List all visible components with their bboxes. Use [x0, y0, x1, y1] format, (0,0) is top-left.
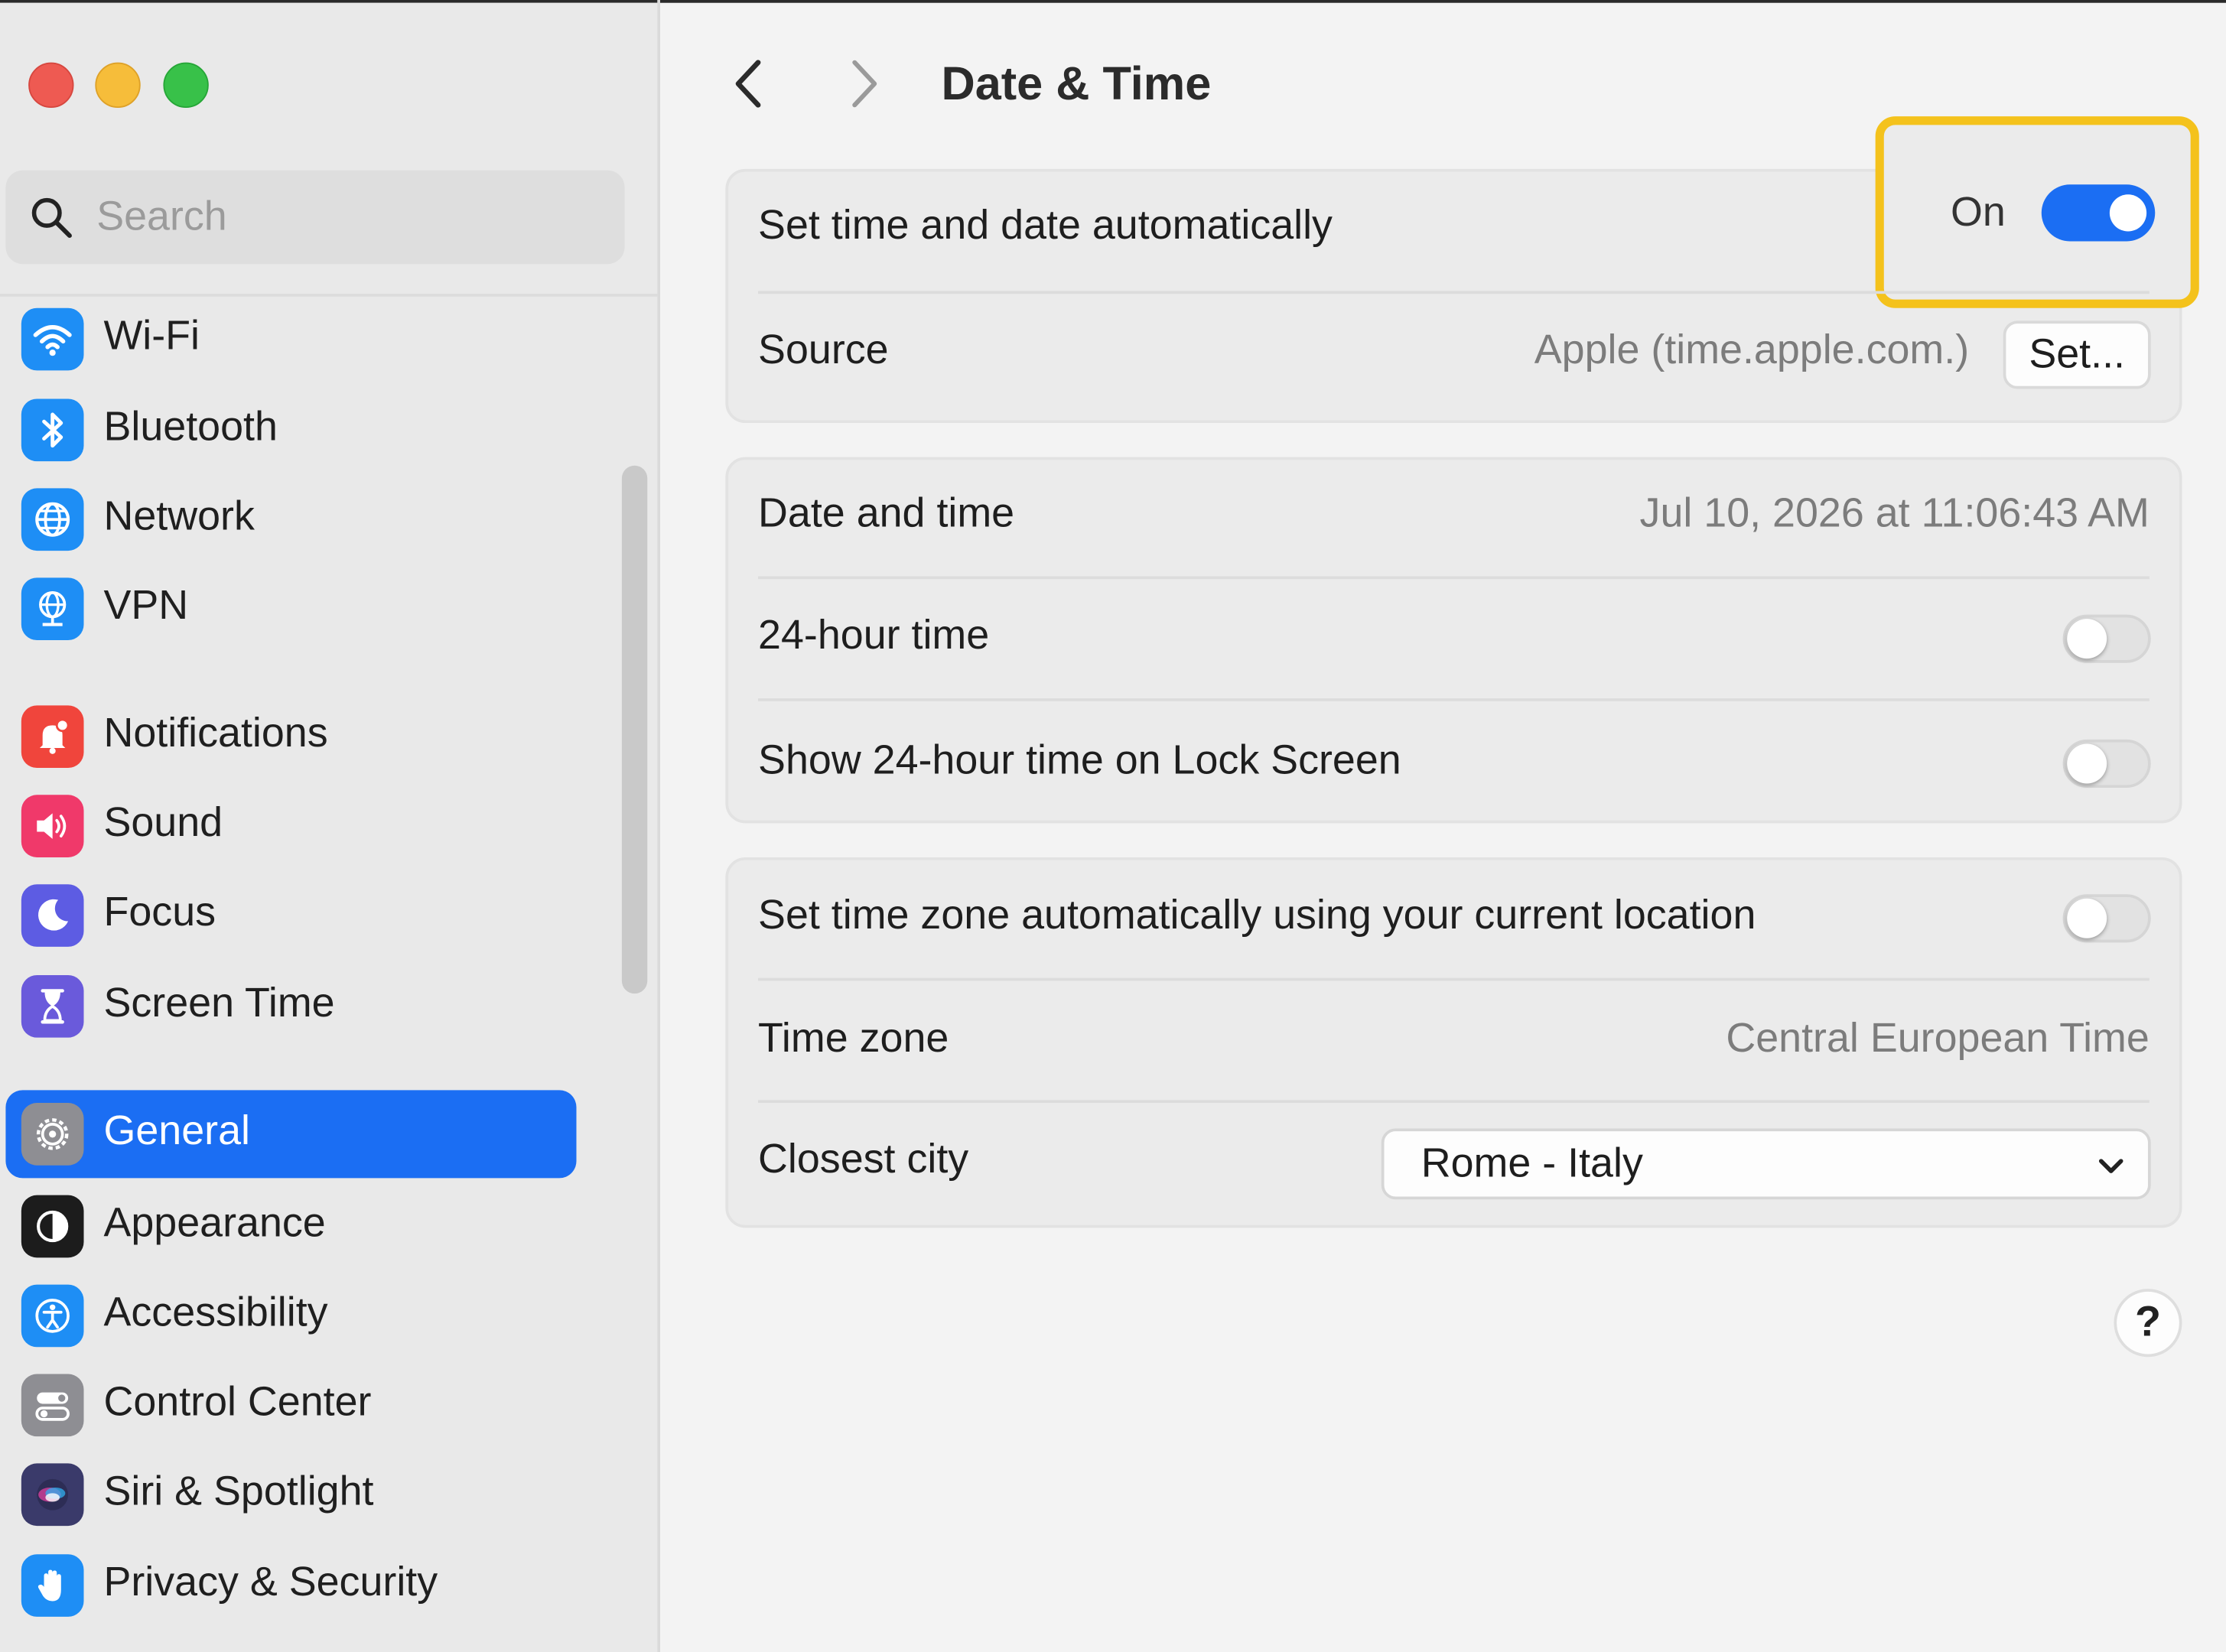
set-source-button[interactable]: Set...	[2003, 320, 2151, 389]
bell-icon	[21, 705, 84, 769]
siri-icon	[21, 1463, 84, 1527]
sidebar-item-vpn[interactable]: VPN	[5, 565, 576, 653]
help-button[interactable]: ?	[2114, 1289, 2182, 1358]
sidebar-item-label: Notifications	[103, 711, 328, 757]
minimize-window-button[interactable]	[95, 62, 141, 109]
zoom-window-button[interactable]	[163, 62, 209, 109]
sidebar-scrollbar[interactable]	[621, 465, 648, 994]
sidebar-item-accessibility[interactable]: Accessibility	[5, 1272, 576, 1360]
forward-button[interactable]	[838, 54, 889, 117]
hand-icon	[21, 1554, 84, 1617]
sidebar-item-notifications[interactable]: Notifications	[5, 693, 576, 781]
sidebar-item-label: General	[103, 1108, 250, 1154]
auto-time-label: Set time and date automatically	[758, 203, 1333, 249]
source-value: Apple (time.apple.com.)	[1534, 327, 1970, 374]
control-center-icon	[21, 1374, 84, 1437]
row-divider	[758, 576, 2150, 580]
moon-icon	[21, 884, 84, 947]
sidebar-item-privacy-security[interactable]: Privacy & Security	[5, 1542, 576, 1630]
date-time-label: Date and time	[758, 491, 1015, 537]
chevron-down-icon	[2098, 1159, 2123, 1173]
search-input[interactable]: Search	[5, 170, 625, 265]
wifi-icon	[21, 307, 84, 371]
appearance-icon	[21, 1195, 84, 1258]
hour24-toggle[interactable]	[2062, 614, 2151, 663]
sidebar-item-label: Privacy & Security	[103, 1559, 438, 1606]
sidebar-item-label: Bluetooth	[103, 404, 278, 450]
sidebar-item-siri-spotlight[interactable]: Siri & Spotlight	[5, 1451, 576, 1539]
auto-time-state-label: On	[1951, 190, 2006, 236]
sidebar-item-label: Accessibility	[103, 1290, 328, 1336]
search-placeholder: Search	[96, 194, 227, 240]
sidebar-item-label: Appearance	[103, 1201, 326, 1247]
sidebar-item-control-center[interactable]: Control Center	[5, 1361, 576, 1449]
sidebar-item-sound[interactable]: Sound	[5, 782, 576, 870]
sidebar-item-wifi[interactable]: Wi-Fi	[5, 295, 576, 383]
sidebar-item-label: Focus	[103, 889, 216, 936]
gear-icon	[21, 1103, 84, 1166]
sidebar-item-screen-time[interactable]: Screen Time	[5, 962, 576, 1050]
sidebar-item-label: Screen Time	[103, 980, 335, 1026]
search-icon	[31, 197, 72, 239]
sidebar-item-network[interactable]: Network	[5, 476, 576, 564]
source-label: Source	[758, 327, 889, 374]
date-time-value[interactable]: Jul 10, 2026 at 11:06:43 AM	[1640, 491, 2150, 538]
closest-city-select[interactable]: Rome - Italy	[1381, 1128, 2151, 1200]
row-divider	[758, 1100, 2150, 1104]
sidebar-item-label: VPN	[103, 583, 189, 629]
row-divider	[758, 291, 2150, 294]
sidebar-item-label: Wi-Fi	[103, 314, 200, 359]
system-settings-window: Search Wi-Fi Bluetooth Network VPN Notif…	[0, 0, 2226, 1652]
hour24-label: 24-hour time	[758, 613, 990, 659]
sidebar-item-focus[interactable]: Focus	[5, 872, 576, 960]
hour24-lock-toggle[interactable]	[2062, 739, 2151, 789]
hour24-lock-label: Show 24-hour time on Lock Screen	[758, 738, 1401, 784]
sidebar-item-label: Control Center	[103, 1379, 372, 1426]
page-title: Date & Time	[941, 57, 1212, 109]
back-button[interactable]	[724, 54, 776, 117]
sidebar-divider	[657, 0, 660, 1652]
row-divider	[758, 977, 2150, 981]
globe-icon	[21, 488, 84, 551]
accessibility-icon	[21, 1284, 84, 1348]
row-divider	[758, 698, 2150, 701]
sidebar-item-label: Network	[103, 493, 255, 540]
auto-time-toggle[interactable]	[2041, 184, 2156, 242]
time-zone-value: Central European Time	[1726, 1016, 2150, 1062]
sidebar-item-general[interactable]: General	[5, 1090, 577, 1179]
closest-city-label: Closest city	[758, 1137, 969, 1182]
hourglass-icon	[21, 975, 84, 1038]
speaker-icon	[21, 795, 84, 857]
closest-city-value: Rome - Italy	[1421, 1141, 1643, 1187]
sidebar-item-appearance[interactable]: Appearance	[5, 1182, 576, 1270]
vpn-globe-icon	[21, 577, 84, 641]
time-zone-label: Time zone	[758, 1016, 949, 1062]
close-window-button[interactable]	[28, 62, 74, 109]
auto-timezone-label: Set time zone automatically using your c…	[758, 893, 1756, 938]
sidebar-item-bluetooth[interactable]: Bluetooth	[5, 386, 576, 474]
sidebar-item-label: Siri & Spotlight	[103, 1468, 374, 1515]
sidebar-item-label: Sound	[103, 800, 223, 847]
auto-timezone-toggle[interactable]	[2062, 894, 2151, 943]
bluetooth-icon	[21, 398, 84, 462]
